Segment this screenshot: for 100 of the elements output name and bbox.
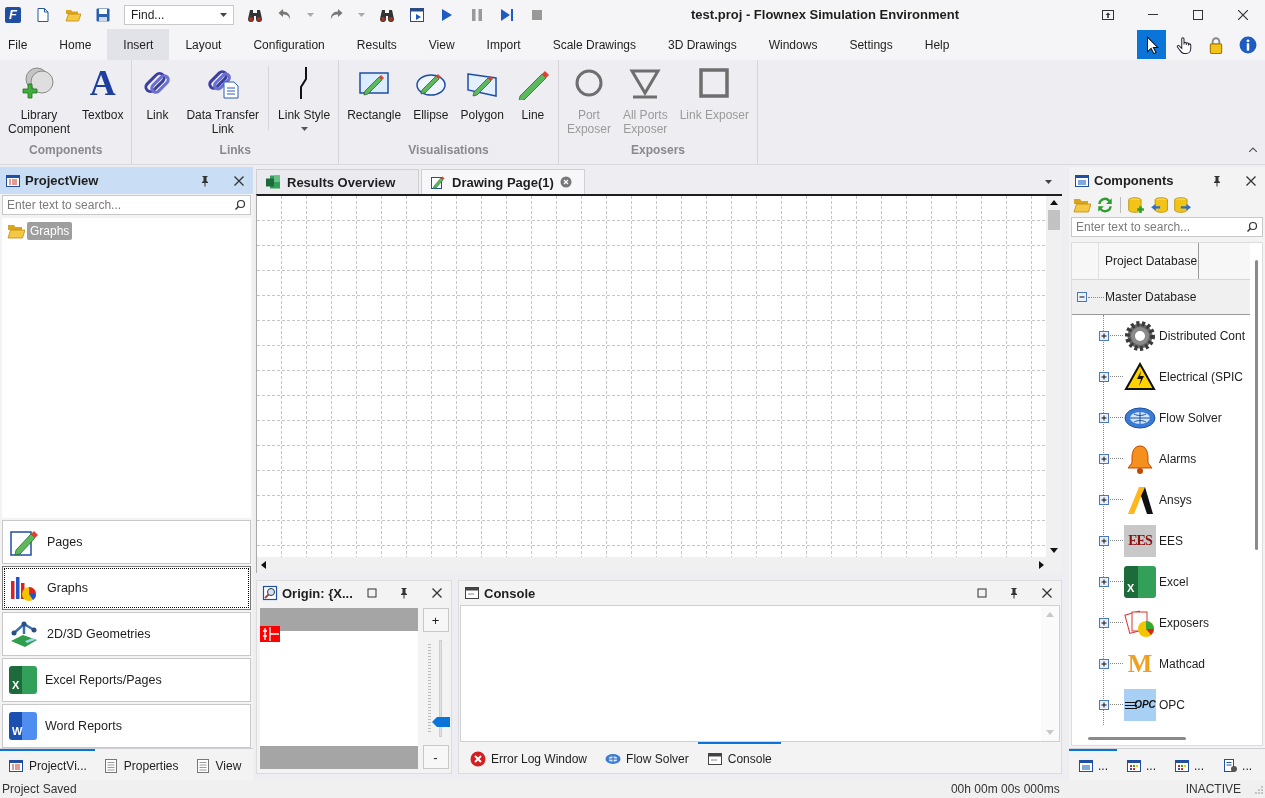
database-export-icon[interactable] (1173, 196, 1191, 214)
panel-tab[interactable]: Console (697, 742, 781, 773)
panel-tab[interactable]: Flow Solver (596, 742, 698, 773)
menu-tab[interactable]: Windows (752, 29, 834, 60)
search-icon[interactable] (234, 199, 246, 211)
panel-tab[interactable]: Error Log Window (461, 742, 597, 773)
expand-icon[interactable] (1099, 535, 1109, 546)
geometry-icon (9, 619, 39, 649)
expand-icon[interactable] (1099, 699, 1109, 710)
tree-item[interactable]: Exposers (1159, 615, 1210, 630)
collapse-ribbon-icon[interactable] (1249, 147, 1257, 152)
run-script-icon[interactable] (409, 6, 425, 23)
menu-tab[interactable]: 3D Drawings (652, 29, 753, 60)
ribbon-button[interactable]: Data Transfer Link (180, 66, 266, 136)
zoom-out-button[interactable]: - (422, 745, 449, 769)
menu-tab[interactable]: Scale Drawings (536, 29, 652, 60)
menu-tab[interactable]: File (0, 29, 44, 60)
maximize-icon[interactable] (367, 588, 377, 598)
panel-tab[interactable]: ... (1117, 749, 1166, 780)
ribbon-button[interactable]: Line (509, 66, 556, 122)
navigation-button[interactable]: X Excel Reports/Pages (2, 658, 251, 702)
close-icon[interactable] (1245, 174, 1257, 187)
expand-icon[interactable] (1099, 576, 1109, 587)
pin-icon[interactable] (1008, 587, 1020, 599)
menu-tab[interactable]: Configuration (237, 29, 341, 60)
scroll-thumb[interactable] (1048, 210, 1060, 230)
ribbon-button[interactable]: Ellipse (407, 66, 455, 122)
close-icon[interactable] (233, 174, 245, 187)
ribbon-button[interactable]: Link Style (272, 66, 337, 131)
search-icon[interactable] (1246, 221, 1258, 233)
pointer-tool-button[interactable] (1137, 30, 1166, 59)
menu-tab[interactable]: Insert (107, 29, 170, 60)
expand-icon[interactable] (1099, 617, 1109, 628)
ribbon-button[interactable]: Polygon (454, 66, 510, 122)
save-icon[interactable] (95, 6, 111, 23)
database-swap-icon[interactable] (1150, 196, 1168, 214)
navigation-button[interactable]: Pages (2, 520, 251, 564)
resize-grip-icon[interactable] (1253, 784, 1263, 794)
menu-tab[interactable]: Layout (169, 29, 238, 60)
panel-tab[interactable]: ... (1213, 749, 1262, 780)
close-icon[interactable] (1041, 587, 1053, 599)
database-add-icon[interactable] (1127, 196, 1145, 214)
tree-item[interactable]: Electrical (SPIC (1159, 369, 1244, 384)
menu-tab[interactable]: Settings (833, 29, 909, 60)
navigation-button[interactable]: W Word Reports (2, 704, 251, 748)
menu-tab[interactable]: Import (470, 29, 537, 60)
maximize-icon[interactable] (977, 588, 987, 598)
tree-item[interactable]: Alarms (1159, 451, 1197, 466)
menu-tab[interactable]: View (412, 29, 471, 60)
document-tab[interactable]: Drawing Page(1) (421, 169, 585, 194)
navigation-button[interactable]: Graphs (2, 566, 251, 610)
pin-icon[interactable] (199, 174, 211, 187)
close-tab-icon[interactable] (559, 176, 572, 188)
panel-tab[interactable]: ... (1165, 749, 1214, 780)
zoom-in-button[interactable]: + (422, 608, 449, 632)
search-field[interactable]: Enter text to search... (2, 195, 251, 215)
tree-item[interactable]: Flow Solver (1159, 410, 1222, 425)
expand-icon[interactable] (1099, 453, 1109, 464)
scroll-left-icon[interactable] (261, 561, 266, 569)
scroll-down-icon[interactable] (1050, 548, 1058, 553)
error-icon (470, 750, 486, 767)
menu-tab[interactable]: Results (340, 29, 413, 60)
find-field[interactable]: Find... (124, 4, 234, 25)
dropdown-caret-icon[interactable] (220, 12, 227, 17)
ribbon-button[interactable]: Rectangle (341, 66, 408, 122)
tree-item[interactable]: Ansys (1159, 492, 1192, 507)
expand-icon[interactable] (1099, 658, 1109, 669)
ribbon-display-icon (1100, 7, 1115, 22)
expand-icon[interactable] (1099, 330, 1109, 341)
panel-tab[interactable]: View (186, 749, 250, 780)
menu-tab[interactable]: Help (908, 29, 966, 60)
tree-item[interactable]: OPC (1159, 697, 1185, 712)
tree-item[interactable]: Mathcad (1159, 656, 1206, 671)
tab-list-caret-icon[interactable] (1045, 180, 1052, 184)
ribbon-button[interactable]: A Textbox (76, 66, 130, 122)
step-icon[interactable] (499, 6, 515, 23)
app-logo-icon[interactable]: F (5, 6, 21, 23)
collapse-icon[interactable] (1077, 292, 1087, 302)
scroll-up-icon[interactable] (1050, 200, 1058, 205)
search-field[interactable]: Enter text to search... (1071, 217, 1263, 237)
pin-icon[interactable] (398, 587, 410, 599)
scroll-right-icon[interactable] (1039, 561, 1044, 569)
ribbon-button[interactable]: Library Component (2, 66, 77, 136)
menu-tab[interactable]: Home (43, 29, 108, 60)
tree-item[interactable]: EES (1159, 533, 1183, 548)
close-icon[interactable] (431, 587, 443, 599)
ribbon-button[interactable]: Link (134, 66, 181, 122)
refresh-icon[interactable] (1096, 196, 1114, 214)
pin-icon[interactable] (1211, 174, 1223, 187)
expand-icon[interactable] (1099, 412, 1109, 423)
tree-item[interactable]: Distributed Cont (1159, 328, 1246, 343)
expand-icon[interactable] (1099, 494, 1109, 505)
pause-icon[interactable] (469, 6, 485, 23)
document-tab[interactable]: Results Overview (256, 169, 419, 194)
panel-tab[interactable]: Properties (94, 749, 187, 780)
tree-item[interactable]: Excel (1159, 574, 1189, 589)
expand-icon[interactable] (1099, 371, 1109, 382)
slider-thumb[interactable] (431, 717, 450, 728)
navigation-button[interactable]: 2D/3D Geometries (2, 612, 251, 656)
new-file-icon[interactable] (35, 6, 51, 23)
